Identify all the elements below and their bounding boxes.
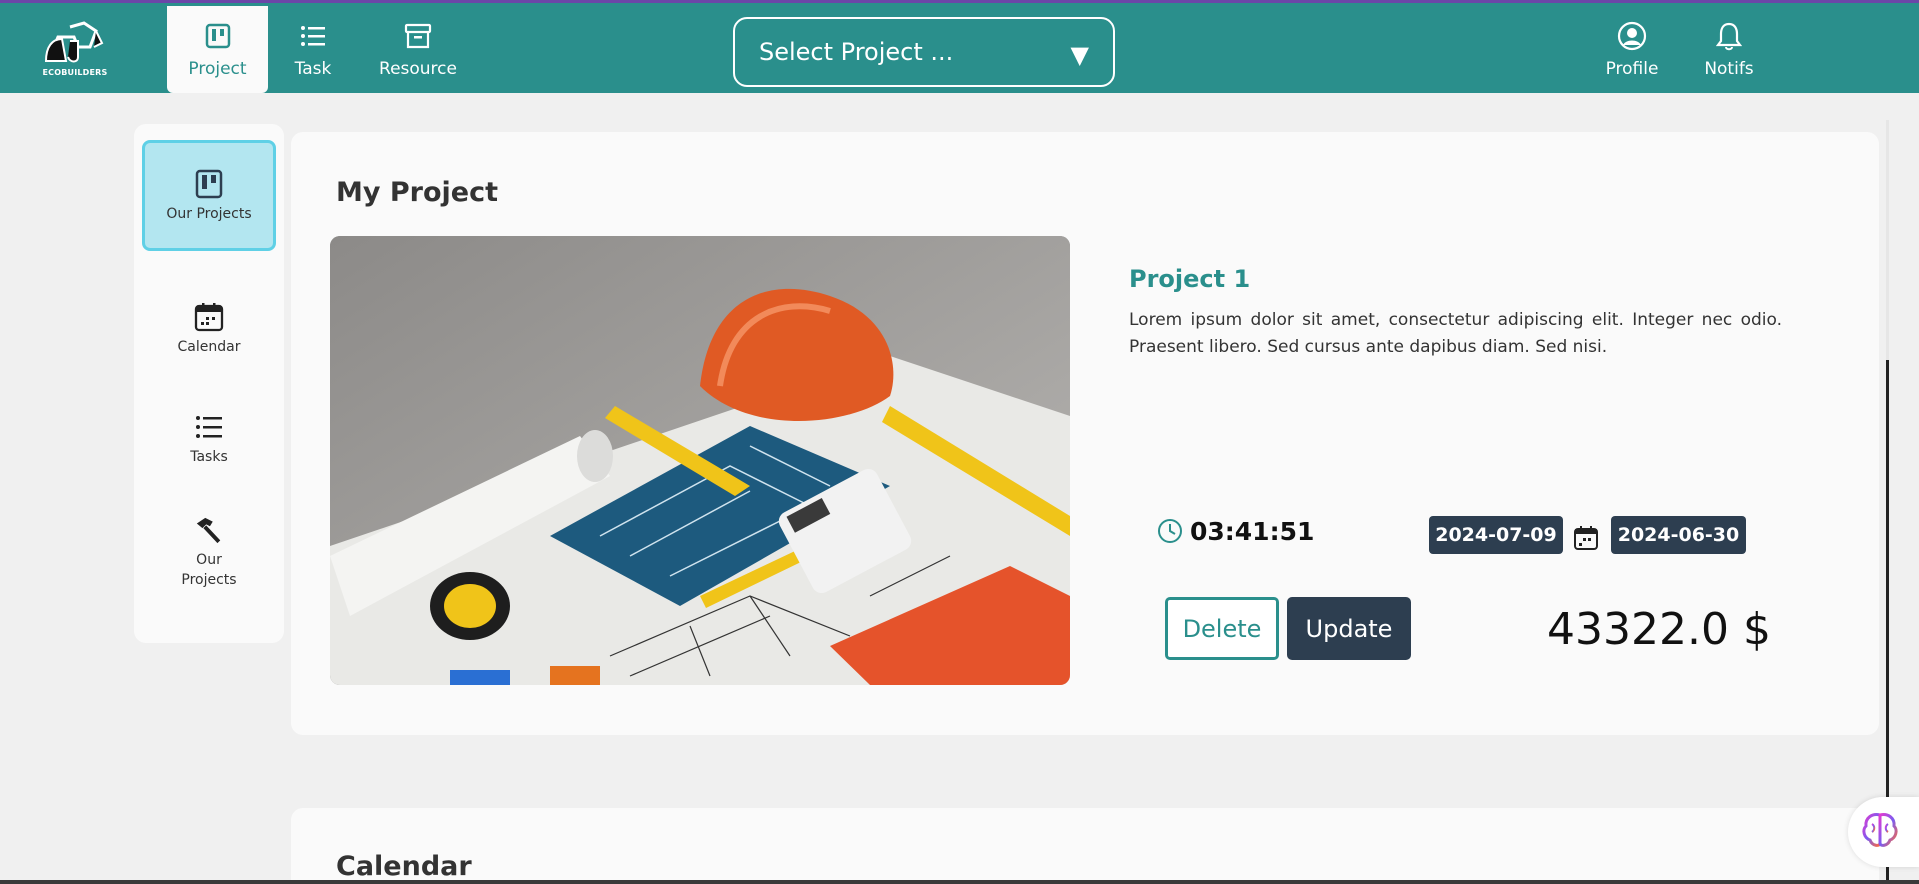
calendar-icon — [194, 301, 224, 333]
sidebar-item-our-projects[interactable]: Our Projects — [142, 140, 276, 251]
excavator-logo-icon — [44, 21, 104, 63]
sidebar-item-calendar[interactable]: Calendar — [142, 294, 276, 364]
calendar-card: Calendar — [291, 808, 1879, 884]
nav-profile-label: Profile — [1605, 58, 1659, 79]
dropdown-caret-icon: ▼ — [1070, 41, 1089, 69]
brain-icon — [1860, 810, 1900, 854]
list-icon — [298, 21, 328, 51]
scrollbar-track[interactable] — [1886, 120, 1889, 360]
nav-task[interactable]: Task — [280, 6, 346, 93]
sidebar-item-tasks[interactable]: Tasks — [142, 404, 276, 474]
nav-resource[interactable]: Resource — [372, 6, 464, 93]
nav-notifs[interactable]: Notifs — [1697, 6, 1761, 93]
project-name[interactable]: Project 1 — [1129, 265, 1250, 293]
end-date-badge: 2024-06-30 — [1611, 516, 1746, 554]
sidebar-item-label: Calendar — [177, 339, 241, 355]
select-project-value: Select Project ... — [759, 38, 954, 66]
delete-button[interactable]: Delete — [1165, 597, 1279, 660]
sidebar-item-label: Our Projects — [181, 552, 237, 588]
top-navbar: ECOBUILDERS Project Task Resource Select… — [0, 3, 1919, 93]
sidebar-item-label: Our Projects — [166, 205, 252, 222]
sidebar: Our Projects Calendar Tasks Our Projects — [134, 124, 284, 643]
nav-project-label: Project — [188, 58, 247, 79]
nav-task-label: Task — [294, 58, 332, 79]
bottom-edge-line — [0, 880, 1919, 884]
nav-profile[interactable]: Profile — [1599, 6, 1665, 93]
ai-assistant-button[interactable] — [1848, 797, 1919, 867]
calendar-section-title: Calendar — [336, 851, 472, 882]
sidebar-item-label: Tasks — [190, 449, 228, 465]
bell-icon — [1714, 21, 1744, 51]
my-project-card: My Project Project 1 Lorem ipsum dolor s… — [291, 132, 1879, 735]
project-image — [330, 236, 1070, 685]
update-button[interactable]: Update — [1287, 597, 1411, 660]
kanban-icon — [194, 168, 224, 200]
select-project-dropdown[interactable]: Select Project ... ▼ — [733, 17, 1115, 87]
nav-project[interactable]: Project — [167, 6, 268, 93]
project-timer: 03:41:51 — [1190, 517, 1315, 546]
clock-icon — [1157, 518, 1183, 544]
sidebar-item-our-projects-tools[interactable]: Our Projects — [142, 512, 276, 592]
brand-name: ECOBUILDERS — [42, 68, 108, 77]
start-date-badge: 2024-07-09 — [1429, 516, 1563, 554]
hammer-icon — [194, 514, 224, 546]
nav-resource-label: Resource — [379, 58, 457, 79]
brand-logo[interactable]: ECOBUILDERS — [40, 17, 110, 79]
archive-icon — [403, 21, 433, 51]
nav-notifs-label: Notifs — [1704, 58, 1754, 79]
profile-icon — [1617, 21, 1647, 51]
project-description: Lorem ipsum dolor sit amet, consectetur … — [1129, 310, 1782, 357]
kanban-icon — [203, 21, 233, 51]
project-price: 43322.0 $ — [1547, 604, 1771, 655]
section-title: My Project — [336, 177, 498, 208]
list-icon — [194, 411, 224, 443]
calendar-icon — [1573, 525, 1599, 551]
